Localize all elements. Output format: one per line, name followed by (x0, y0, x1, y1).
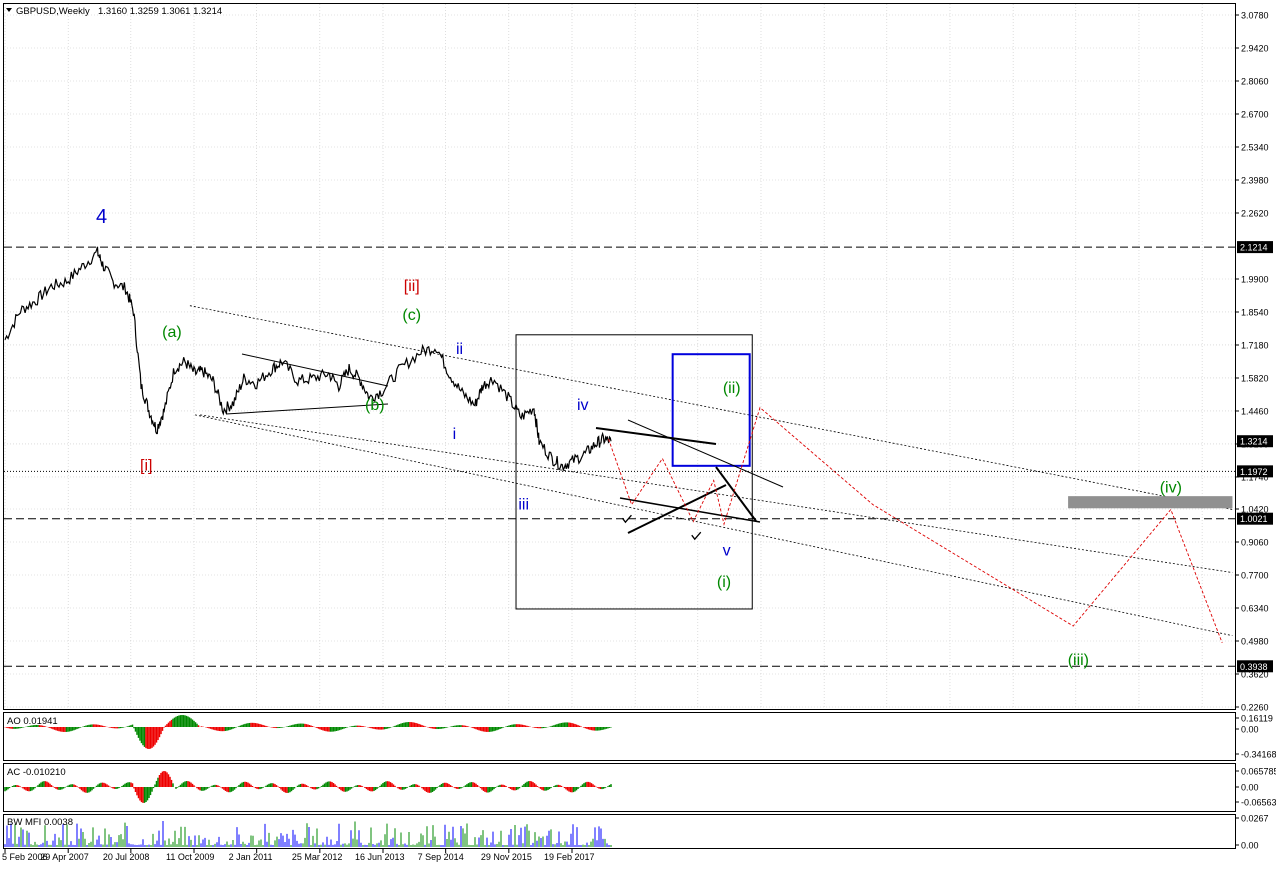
date-tick-label: 16 Jun 2013 (355, 852, 405, 862)
ac-label: AC -0.010210 (7, 767, 66, 778)
wave-label: (c) (402, 307, 421, 324)
indicator-tick-label: 0.00 (1241, 841, 1259, 851)
wave-label: (iii) (1068, 652, 1089, 669)
wave-label: 4 (96, 206, 107, 228)
date-tick-label: 11 Oct 2009 (166, 852, 214, 862)
wave-label: (b) (365, 397, 385, 414)
ohlc-readout: 1.3160 1.3259 1.3061 1.3214 (98, 6, 222, 17)
price-tick-label: 2.6700 (1241, 109, 1269, 119)
price-tick-label: 0.4980 (1241, 637, 1269, 647)
indicator-tick-label: -0.065636 (1241, 798, 1276, 808)
indicator-tick-label: -0.34168 (1241, 750, 1276, 760)
price-tick-label: 1.4460 (1241, 406, 1269, 416)
price-tick-label: 1.8540 (1241, 307, 1269, 317)
ao-label: AO 0.01941 (7, 716, 58, 727)
price-tick-label: 1.5820 (1241, 373, 1269, 383)
price-tick-label: 2.5340 (1241, 142, 1269, 152)
indicator-tick-label: 0.16119 (1241, 714, 1273, 724)
price-tick-label: 2.3980 (1241, 175, 1269, 185)
price-tick-label: 0.2260 (1241, 703, 1269, 713)
wave-label: (ii) (723, 380, 741, 397)
grey-zone[interactable] (1068, 496, 1233, 509)
wave-label: [ii] (404, 278, 420, 295)
wave-label: v (723, 543, 731, 560)
symbol-title: GBPUSD,Weekly (16, 6, 90, 17)
date-tick-label: 29 Nov 2015 (481, 852, 532, 862)
date-tick-label: 19 Feb 2017 (544, 852, 595, 862)
price-badge-label: 0.3938 (1240, 662, 1268, 672)
price-badge-label: 1.3214 (1240, 437, 1268, 447)
date-tick-label: 25 Mar 2012 (292, 852, 343, 862)
price-tick-label: 0.9060 (1241, 538, 1269, 548)
indicator-tick-label: 0.0267 (1241, 814, 1269, 824)
wave-label: (a) (162, 324, 182, 341)
price-tick-label: 2.9420 (1241, 43, 1269, 53)
price-tick-label: 3.0780 (1241, 11, 1269, 21)
indicator-tick-label: 0.00 (1241, 783, 1259, 793)
price-tick-label: 0.6340 (1241, 604, 1269, 614)
wave-label: [i] (140, 458, 152, 475)
date-tick-label: 7 Sep 2014 (418, 852, 464, 862)
wave-label: i (453, 426, 457, 443)
wave-label: ii (456, 341, 463, 358)
date-tick-label: 2 Jan 2011 (229, 852, 273, 862)
indicator-tick-label: 0.00 (1241, 725, 1259, 735)
chart-svg[interactable]: 4(a)[i](b)[ii](c)iiiiiiivv(i)(ii)(iii)(i… (0, 0, 1276, 868)
date-tick-label: 20 Jul 2008 (103, 852, 150, 862)
indicator-tick-label: 0.065785 (1241, 767, 1276, 777)
wave-label: (iv) (1160, 480, 1182, 497)
price-tick-label: 2.8060 (1241, 76, 1269, 86)
price-tick-label: 1.9900 (1241, 274, 1269, 284)
price-badge-label: 2.1214 (1240, 243, 1268, 253)
price-tick-label: 1.7180 (1241, 340, 1269, 350)
wave-label: (i) (717, 574, 731, 591)
price-tick-label: 0.7700 (1241, 571, 1269, 581)
wave-label: iii (518, 496, 529, 513)
wave-label: iv (577, 397, 589, 414)
price-badge-label: 1.1972 (1240, 467, 1268, 477)
price-badge-label: 1.0021 (1240, 514, 1268, 524)
mfi-label: BW MFI 0.0038 (7, 817, 73, 828)
price-tick-label: 2.2620 (1241, 208, 1269, 218)
date-tick-label: 29 Apr 2007 (40, 852, 89, 862)
chart-window[interactable]: 4 (a) [i] (b) [ii] (c) ii i iii iv v (i) (ii) (iii) (i… (0, 0, 1276, 868)
